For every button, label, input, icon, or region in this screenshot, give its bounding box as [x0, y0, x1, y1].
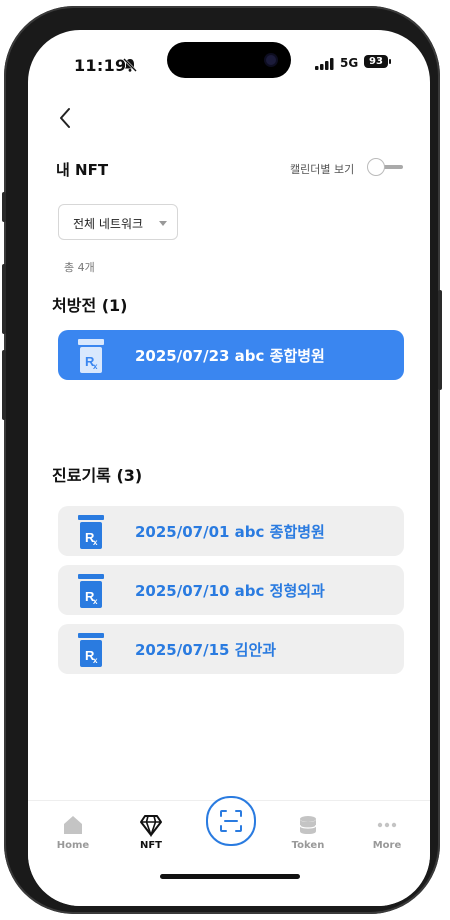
more-icon [377, 822, 397, 828]
tab-token-label: Token [291, 840, 325, 851]
action-button [2, 192, 6, 222]
scan-button[interactable] [206, 796, 256, 846]
record-card[interactable]: R x 2025/07/01 abc 종합병원 [58, 506, 404, 556]
record-label: 2025/07/01 abc 종합병원 [135, 523, 325, 541]
home-icon [64, 816, 82, 834]
bell-muted-icon [123, 58, 137, 72]
network-type: 5G [340, 56, 359, 70]
svg-text:x: x [93, 538, 98, 547]
camera-icon [266, 55, 276, 65]
prescriptions-heading: 처방전 (1) [52, 296, 128, 315]
calendar-view-label: 캘린더별 보기 [290, 163, 355, 176]
record-card[interactable]: R x 2025/07/10 abc 정형외과 [58, 565, 404, 615]
tab-more[interactable]: More [357, 813, 417, 851]
network-filter-select[interactable]: 전체 네트워크 [58, 204, 178, 240]
power-button [438, 290, 442, 390]
tab-home[interactable]: Home [43, 813, 103, 851]
prescription-label: 2025/07/23 abc 종합병원 [135, 347, 325, 365]
status-bar: 11:19 5G 93 [28, 30, 430, 90]
page-title: 내 NFT [56, 161, 109, 179]
svg-text:x: x [93, 597, 98, 606]
svg-text:x: x [93, 656, 98, 665]
record-rx-icon: R x [78, 515, 104, 549]
database-icon [299, 816, 317, 834]
network-filter-value: 전체 네트워크 [73, 217, 144, 231]
records-heading: 진료기록 (3) [52, 466, 143, 485]
calendar-view-toggle[interactable] [367, 158, 405, 176]
signal-icon [315, 58, 334, 70]
diamond-icon [140, 815, 162, 837]
prescription-rx-icon: R x [78, 339, 104, 373]
record-label: 2025/07/15 김안과 [135, 641, 277, 659]
tab-home-label: Home [56, 840, 90, 851]
phone-frame: 11:19 5G 93 내 NFT 캘린더별 보기 전체 네트워크 총 4개 처… [2, 6, 442, 914]
total-count: 총 4개 [64, 261, 95, 274]
chevron-down-icon [159, 221, 167, 226]
tab-token[interactable]: Token [278, 813, 338, 851]
volume-up-button [2, 264, 6, 334]
scan-icon [220, 810, 242, 832]
battery-icon: 93 [364, 55, 388, 68]
bottom-tab-bar: Home NFT Token More [28, 796, 430, 906]
prescription-card[interactable]: R x 2025/07/23 abc 종합병원 [58, 330, 404, 380]
tab-nft-label: NFT [139, 840, 163, 851]
record-rx-icon: R x [78, 633, 104, 667]
record-card[interactable]: R x 2025/07/15 김안과 [58, 624, 404, 674]
home-indicator[interactable] [160, 874, 300, 879]
battery-tip [389, 59, 391, 64]
toggle-knob [367, 158, 385, 176]
svg-text:x: x [93, 362, 98, 371]
record-rx-icon: R x [78, 574, 104, 608]
record-label: 2025/07/10 abc 정형외과 [135, 582, 325, 600]
volume-down-button [2, 350, 6, 420]
screen: 11:19 5G 93 내 NFT 캘린더별 보기 전체 네트워크 총 4개 처… [28, 30, 430, 906]
tab-nft[interactable]: NFT [121, 813, 181, 851]
back-arrow-icon[interactable] [56, 106, 76, 130]
tab-more-label: More [372, 840, 402, 851]
status-time: 11:19 [74, 56, 127, 75]
